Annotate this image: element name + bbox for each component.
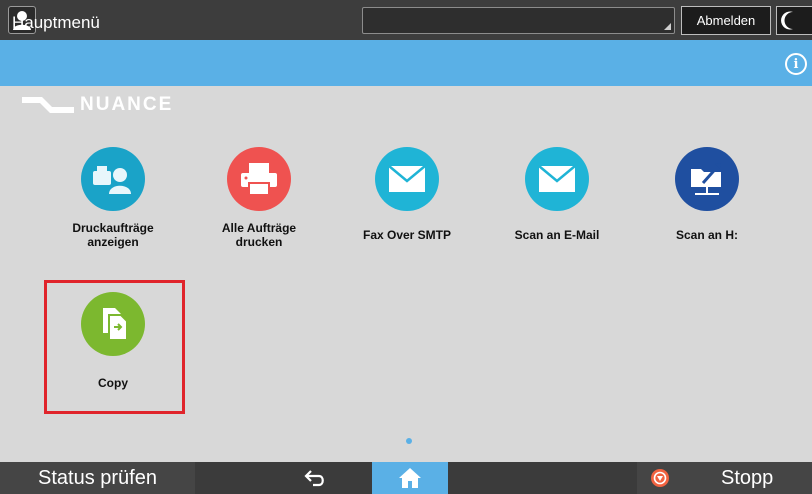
app-scan-to-email[interactable]: Scan an E-Mail xyxy=(492,147,622,242)
app-label-line1: Copy xyxy=(98,376,128,390)
info-icon[interactable]: i xyxy=(785,53,807,75)
printer-icon xyxy=(227,147,291,211)
envelope-icon xyxy=(375,147,439,211)
back-arrow-icon xyxy=(304,470,324,487)
home-button[interactable] xyxy=(372,462,448,494)
network-folder-icon xyxy=(675,147,739,211)
resize-corner-icon xyxy=(664,23,671,30)
app-print-jobs[interactable]: Druckaufträge anzeigen xyxy=(48,147,178,249)
energy-save-button[interactable] xyxy=(776,6,812,35)
app-fax-over-smtp[interactable]: Fax Over SMTP xyxy=(342,147,472,242)
logo-text: NUANCE xyxy=(80,94,174,115)
back-button[interactable] xyxy=(270,462,360,494)
app-print-all[interactable]: Alle Aufträge drucken xyxy=(194,147,324,249)
logout-button[interactable]: Abmelden xyxy=(681,6,771,35)
page-title: Hauptmenü xyxy=(12,13,100,32)
status-check-button[interactable]: Status prüfen xyxy=(0,462,195,494)
stop-icon xyxy=(651,469,669,487)
app-label-line2: drucken xyxy=(235,235,283,249)
nuance-logo-mark xyxy=(22,97,74,113)
status-label: Status prüfen xyxy=(38,466,157,489)
copy-icon xyxy=(81,292,145,356)
envelope-icon xyxy=(525,147,589,211)
nuance-logo: NUANCE xyxy=(22,92,173,118)
home-icon xyxy=(399,468,421,488)
app-label-line2: anzeigen xyxy=(87,235,139,249)
app-label-line1: Fax Over SMTP xyxy=(362,228,452,242)
app-label-line1: Scan an E-Mail xyxy=(514,228,600,242)
title-bar xyxy=(0,40,812,86)
moon-icon xyxy=(781,11,793,30)
app-scan-to-h[interactable]: Scan an H: xyxy=(642,147,772,242)
app-label-line1: Alle Aufträge xyxy=(221,221,297,235)
app-label-line1: Druckaufträge xyxy=(72,221,154,235)
logout-label: Abmelden xyxy=(696,13,756,28)
app-copy[interactable]: Copy xyxy=(48,292,178,390)
app-label-line1: Scan an H: xyxy=(675,228,738,242)
print-jobs-icon xyxy=(81,147,145,211)
page-indicator xyxy=(406,438,412,444)
message-field[interactable] xyxy=(362,7,675,34)
stop-button[interactable]: Stopp xyxy=(637,462,812,494)
stop-label: Stopp xyxy=(721,467,774,489)
